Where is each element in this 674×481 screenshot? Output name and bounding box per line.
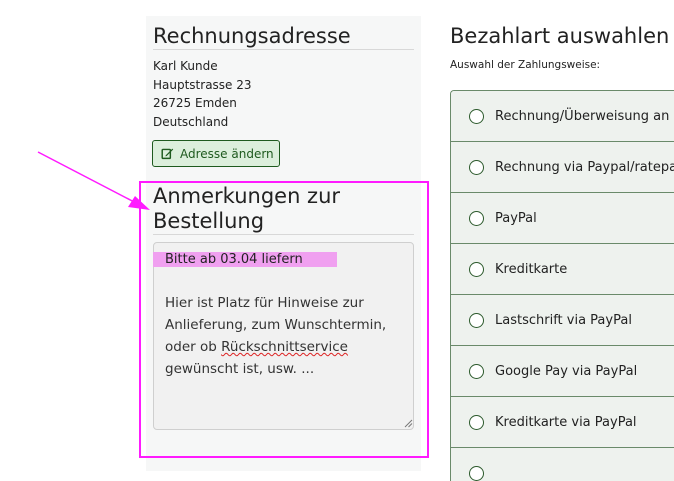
edit-address-button[interactable]: Adresse ändern xyxy=(152,140,280,167)
placeholder-line: oder ob Rückschnittservice xyxy=(165,336,405,358)
payment-option-label: Rechnung via Paypal/ratepa xyxy=(495,159,674,175)
radio-button[interactable] xyxy=(469,210,484,226)
address-city: 26725 Emden xyxy=(153,96,237,110)
payment-option-label: Lastschrift via PayPal xyxy=(495,312,632,328)
misspelled-word: Rückschnittservice xyxy=(221,339,348,355)
payment-option-paypal[interactable]: PayPal xyxy=(451,193,674,244)
payment-option-label: Kreditkarte via PayPal xyxy=(495,414,637,430)
payment-option-partial[interactable] xyxy=(451,448,674,481)
payment-option-credit-card[interactable]: Kreditkarte xyxy=(451,244,674,295)
billing-title: Rechnungsadresse xyxy=(153,24,351,48)
annotation-arrow xyxy=(37,151,150,210)
placeholder-line: Anlieferung, zum Wunschtermin, xyxy=(165,317,387,333)
payment-option-label: PayPal xyxy=(495,210,537,226)
payment-options-list: Rechnung/Überweisung an Rechnung via Pay… xyxy=(450,90,674,481)
radio-button[interactable] xyxy=(469,414,484,430)
radio-button[interactable] xyxy=(469,312,484,328)
placeholder-fragment: oder ob xyxy=(165,339,222,355)
radio-button[interactable] xyxy=(469,465,484,481)
address-country: Deutschland xyxy=(153,114,229,129)
payment-option-paypal-invoice[interactable]: Rechnung via Paypal/ratepa xyxy=(451,142,674,193)
payment-option-invoice[interactable]: Rechnung/Überweisung an xyxy=(451,91,674,142)
notes-title: Anmerkungen zur Bestellung xyxy=(153,184,340,234)
placeholder-line: Hier ist Platz für Hinweise zur xyxy=(165,295,364,311)
notes-title-line1: Anmerkungen zur xyxy=(153,184,341,208)
payment-subtitle: Auswahl der Zahlungsweise: xyxy=(450,59,601,71)
radio-button[interactable] xyxy=(469,363,484,379)
payment-option-credit-card-paypal[interactable]: Kreditkarte via PayPal xyxy=(451,397,674,448)
payment-option-label: Kreditkarte xyxy=(495,261,568,277)
notes-placeholder-text: Hier ist Platz für Hinweise zur Anliefer… xyxy=(165,292,405,380)
edit-address-label: Adresse ändern xyxy=(180,146,274,161)
edit-icon xyxy=(161,148,174,160)
payment-option-google-pay[interactable]: Google Pay via PayPal xyxy=(451,346,674,397)
notes-divider xyxy=(153,234,414,235)
placeholder-line: gewünscht ist, usw. ... xyxy=(165,361,315,377)
notes-entered-text: Bitte ab 03.04 liefern xyxy=(153,252,337,267)
payment-title: Bezahlart auswahlen xyxy=(450,24,670,48)
resize-handle-icon[interactable] xyxy=(403,418,413,428)
payment-option-label: Rechnung/Überweisung an xyxy=(495,108,670,124)
payment-option-direct-debit[interactable]: Lastschrift via PayPal xyxy=(451,295,674,346)
address-street: Hauptstrasse 23 xyxy=(153,77,252,92)
radio-button[interactable] xyxy=(469,108,484,124)
address-name: Karl Kunde xyxy=(153,59,218,73)
notes-title-line2: Bestellung xyxy=(153,209,265,233)
billing-address: Karl Kunde Hauptstrasse 23 26725 Emden D… xyxy=(153,57,252,131)
payment-option-label: Google Pay via PayPal xyxy=(495,363,638,379)
billing-divider xyxy=(153,49,414,50)
radio-button[interactable] xyxy=(469,159,484,175)
radio-button[interactable] xyxy=(469,261,484,277)
